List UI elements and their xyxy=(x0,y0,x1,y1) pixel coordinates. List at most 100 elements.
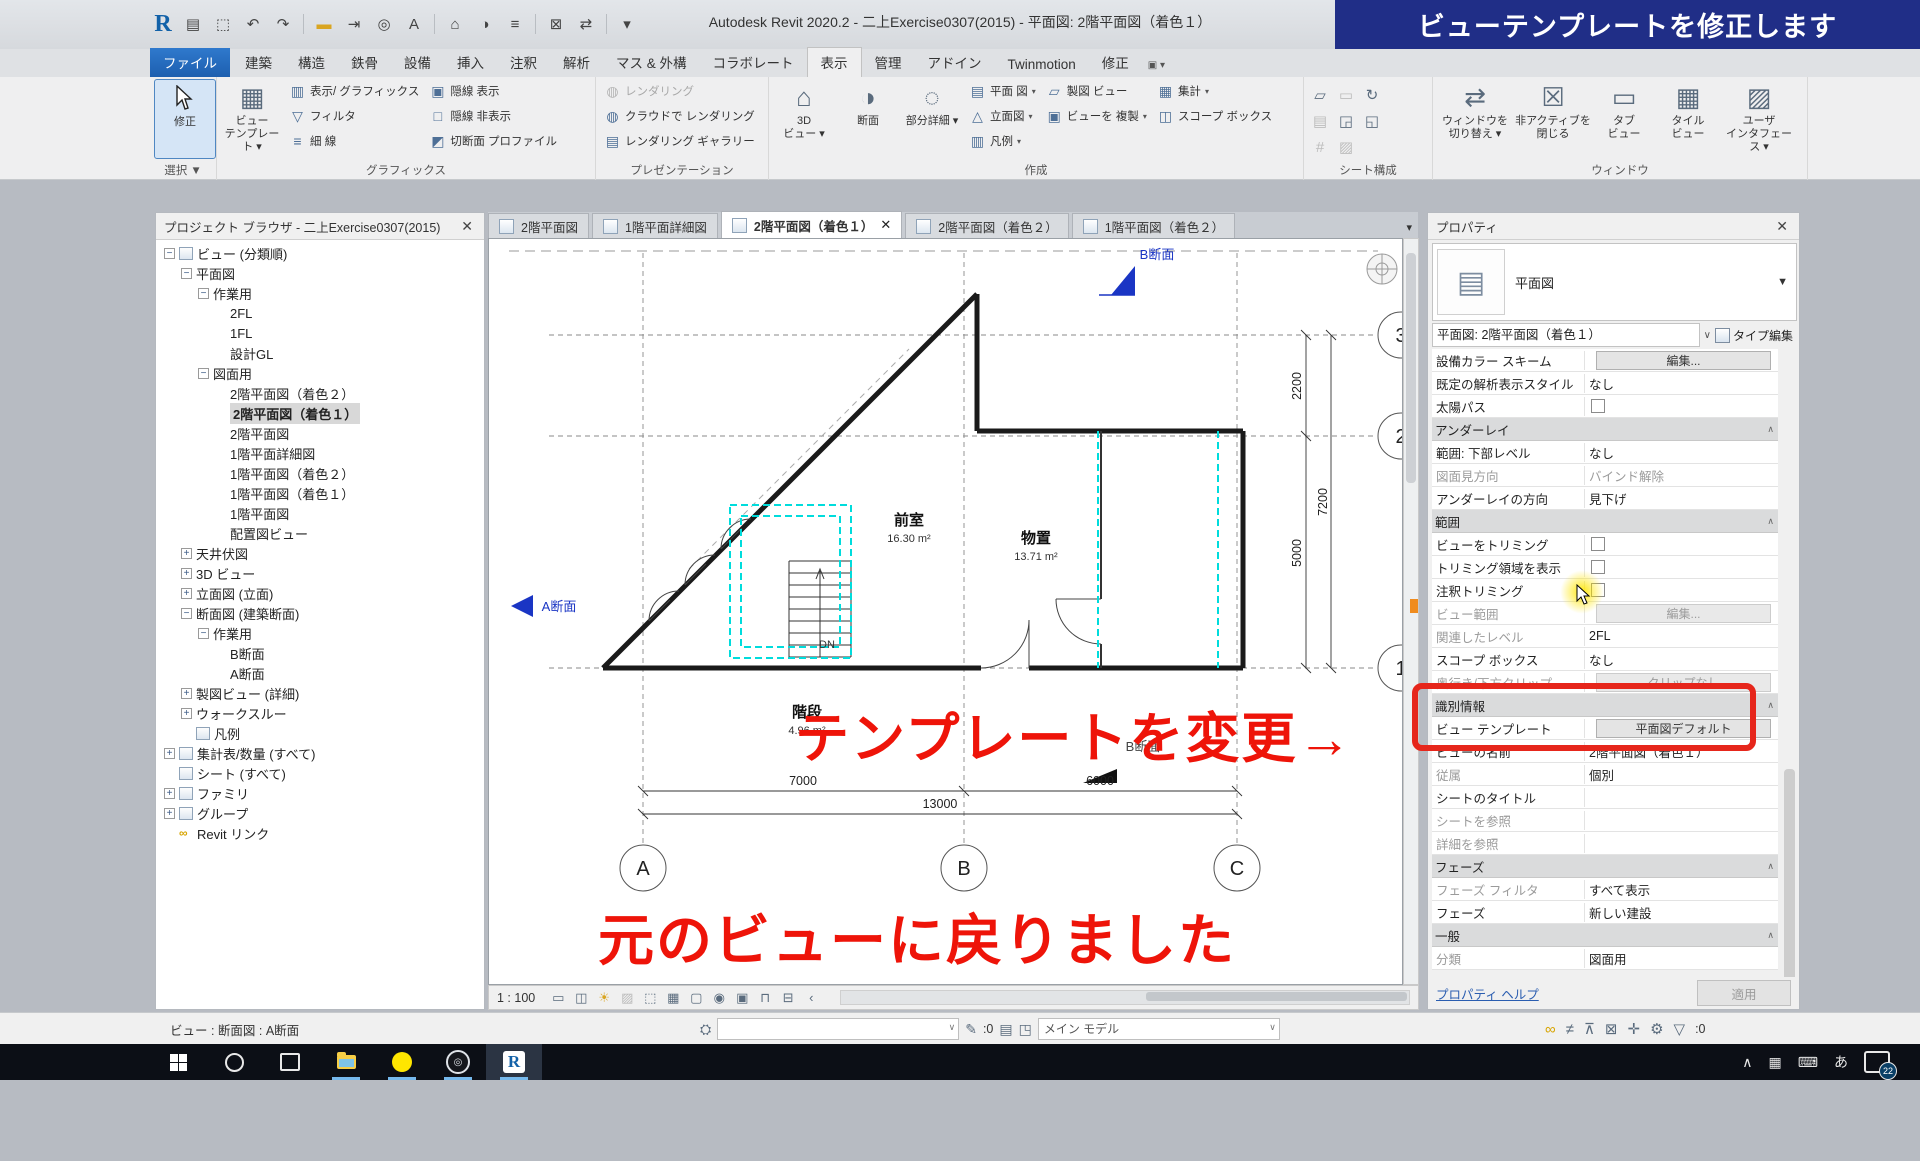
horizontal-scrollbar[interactable] xyxy=(840,990,1410,1005)
expand-icon[interactable]: + xyxy=(181,588,192,599)
tree-item-2階平面図[interactable]: 2階平面図 xyxy=(156,423,484,443)
ribbon-tab-アドイン[interactable]: アドイン xyxy=(915,48,995,77)
tree-item-3D ビュー[interactable]: +3D ビュー xyxy=(156,563,484,583)
group-collapse-icon[interactable]: ∧ xyxy=(1767,700,1778,711)
group-collapse-icon[interactable]: ∧ xyxy=(1767,930,1778,941)
collapse-icon[interactable]: − xyxy=(198,288,209,299)
collapse-icon[interactable]: − xyxy=(181,608,192,619)
expand-icon[interactable]: + xyxy=(164,748,175,759)
filter-button[interactable]: ▽フィルタ xyxy=(285,104,423,128)
close-hidden-windows-icon[interactable]: ⊠ xyxy=(543,11,569,37)
show-hidden-lines-button[interactable]: ▣隠線 表示 xyxy=(425,79,561,103)
plan-views-button[interactable]: ▤平面 図▾ xyxy=(965,79,1040,103)
panel-label[interactable]: ウィンドウ xyxy=(1433,163,1807,180)
edit-type-button[interactable]: タイプ編集 xyxy=(1715,327,1795,344)
ribbon-tab-建築[interactable]: 建築 xyxy=(232,48,285,77)
scale-control[interactable]: 1 : 100 xyxy=(497,991,535,1005)
open-icon[interactable]: ⬚ xyxy=(210,11,236,37)
section-button[interactable]: ◑断面 xyxy=(837,79,899,159)
checkbox-ビューをトリミング[interactable] xyxy=(1591,537,1605,551)
collapse-icon[interactable]: ‹ xyxy=(802,989,820,1007)
tab-overflow-icon[interactable]: ▾ xyxy=(1406,221,1412,238)
default-3d-view-icon[interactable]: ⌂ xyxy=(442,11,468,37)
design-options-icon[interactable]: ▤ xyxy=(999,1021,1012,1038)
properties-scrollbar-thumb[interactable] xyxy=(1784,769,1795,999)
hidden-icons-caret[interactable]: ∧ xyxy=(1742,1054,1752,1071)
tree-item-ファミリ[interactable]: +ファミリ xyxy=(156,783,484,803)
sun-path-icon[interactable]: ☀ xyxy=(595,989,613,1007)
redo-icon[interactable]: ↷ xyxy=(270,11,296,37)
checkbox-太陽パス[interactable] xyxy=(1591,399,1605,413)
activate-view-icon[interactable]: ◱ xyxy=(1360,109,1384,133)
ribbon-tab-鉄骨[interactable]: 鉄骨 xyxy=(338,48,391,77)
visual-style-icon[interactable]: ◫ xyxy=(572,989,590,1007)
navigation-wheel-icon[interactable] xyxy=(1367,254,1397,284)
group-collapse-icon[interactable]: ∧ xyxy=(1767,516,1778,527)
tree-item-立面図 (立面)[interactable]: +立面図 (立面) xyxy=(156,583,484,603)
property-button-ビュー テンプレート[interactable]: 平面図デフォルト xyxy=(1596,719,1772,738)
user-interface-button[interactable]: ▨ユーザ インタフェース ▾ xyxy=(1721,79,1797,159)
ribbon-tab-注釈[interactable]: 注釈 xyxy=(497,48,550,77)
chevron-down-icon[interactable]: ∨ xyxy=(1704,330,1711,341)
start-button[interactable] xyxy=(150,1044,206,1080)
pin-icon[interactable]: ⊼ xyxy=(1584,1020,1595,1038)
ribbon-tab-管理[interactable]: 管理 xyxy=(862,48,915,77)
view-tab-2階平面図（着色２）[interactable]: 2階平面図（着色２） xyxy=(905,213,1068,238)
add-to-set-icon[interactable]: ◳ xyxy=(1019,1021,1032,1038)
drawing-area[interactable]: 前室16.30 m²物置13.71 m²階段4.96 m²70006000130… xyxy=(488,238,1403,985)
tree-item-A断面[interactable]: A断面 xyxy=(156,663,484,683)
render-gallery-button[interactable]: ▤レンダリング ギャラリー xyxy=(600,129,759,153)
tree-item-平面図[interactable]: −平面図 xyxy=(156,263,484,283)
properties-window-icon[interactable]: ▤ xyxy=(180,11,206,37)
expand-icon[interactable]: + xyxy=(164,788,175,799)
close-tab-icon[interactable]: ✕ xyxy=(880,217,891,233)
ribbon-tab-解析[interactable]: 解析 xyxy=(550,48,603,77)
ribbon-tab-設備[interactable]: 設備 xyxy=(391,48,444,77)
visibility-graphics-button[interactable]: ▥表示/ グラフィックス xyxy=(285,79,423,103)
panel-label[interactable]: シート構成 xyxy=(1304,163,1432,180)
view-template-button[interactable]: ▦ビュー テンプレート ▾ xyxy=(221,79,283,159)
tree-item-グループ[interactable]: +グループ xyxy=(156,803,484,823)
tree-item-1FL[interactable]: 1FL xyxy=(156,323,484,343)
tree-item-作業用[interactable]: −作業用 xyxy=(156,623,484,643)
tree-item-2階平面図（着色２）[interactable]: 2階平面図（着色２） xyxy=(156,383,484,403)
tree-item-設計GL[interactable]: 設計GL xyxy=(156,343,484,363)
undo-icon[interactable]: ↶ xyxy=(240,11,266,37)
view-tab-2階平面図[interactable]: 2階平面図 xyxy=(488,213,589,238)
ribbon-tab-挿入[interactable]: 挿入 xyxy=(444,48,497,77)
settings-icon[interactable]: ⚙ xyxy=(1650,1020,1663,1038)
unjoin-icon[interactable]: ⊠ xyxy=(1605,1020,1618,1038)
expand-icon[interactable]: + xyxy=(164,808,175,819)
view-selector-value[interactable]: 平面図: 2階平面図（着色１） xyxy=(1432,323,1700,347)
tree-item-1階平面図[interactable]: 1階平面図 xyxy=(156,503,484,523)
close-icon[interactable]: ✕ xyxy=(458,218,476,235)
tree-item-2FL[interactable]: 2FL xyxy=(156,303,484,323)
thin-lines-button[interactable]: ≡細 線 xyxy=(285,129,423,153)
tree-item-天井伏図[interactable]: +天井伏図 xyxy=(156,543,484,563)
tree-item-製図ビュー (詳細)[interactable]: +製図ビュー (詳細) xyxy=(156,683,484,703)
tab-views-button[interactable]: ▭タブ ビュー xyxy=(1593,79,1655,159)
ribbon-tab-修正[interactable]: 修正 xyxy=(1089,48,1142,77)
vertical-scrollbar[interactable] xyxy=(1403,238,1419,985)
yellow-app-button[interactable] xyxy=(374,1044,430,1080)
group-collapse-icon[interactable]: ∧ xyxy=(1767,861,1778,872)
revit-button[interactable]: R xyxy=(486,1044,542,1080)
design-option-select[interactable]: メイン モデル xyxy=(1038,1018,1280,1040)
link-icon[interactable]: ∞ xyxy=(1545,1021,1556,1038)
tree-item-ウォークスルー[interactable]: +ウォークスルー xyxy=(156,703,484,723)
tree-item-断面図 (建築断面)[interactable]: −断面図 (建築断面) xyxy=(156,603,484,623)
revisions-icon[interactable]: ↻ xyxy=(1360,83,1384,107)
remove-hidden-lines-button[interactable]: □隠線 非表示 xyxy=(425,104,561,128)
explorer-button[interactable] xyxy=(318,1044,374,1080)
panel-label[interactable]: 作成 xyxy=(769,163,1303,180)
tree-item-1階平面詳細図[interactable]: 1階平面詳細図 xyxy=(156,443,484,463)
search-button[interactable] xyxy=(206,1044,262,1080)
render-in-cloud-button[interactable]: ◍クラウドで レンダリング xyxy=(600,104,759,128)
vertical-scrollbar-thumb[interactable] xyxy=(1406,253,1416,483)
collapse-icon[interactable]: − xyxy=(181,268,192,279)
property-button-設備カラー スキーム[interactable]: 編集... xyxy=(1596,351,1772,370)
view-tab-2階平面図（着色１）[interactable]: 2階平面図（着色１）✕ xyxy=(721,211,902,238)
apply-button[interactable]: 適用 xyxy=(1697,980,1791,1006)
tree-item-図面用[interactable]: −図面用 xyxy=(156,363,484,383)
collapse-icon[interactable]: − xyxy=(198,628,209,639)
